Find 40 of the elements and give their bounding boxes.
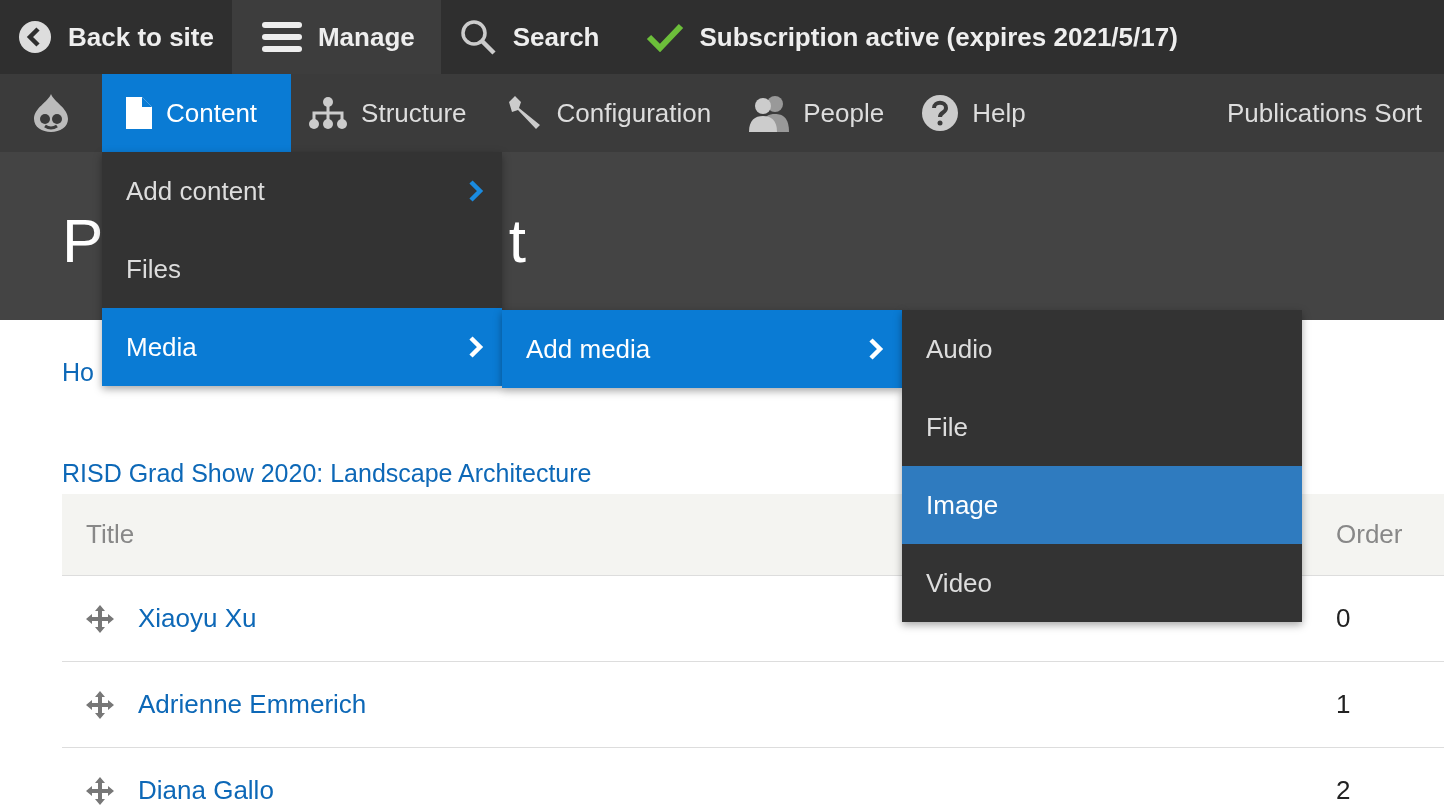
menu-item[interactable]: Image xyxy=(902,466,1302,544)
tray-tab[interactable]: People xyxy=(731,74,905,152)
sitemap-icon xyxy=(309,96,348,130)
drag-handle-icon[interactable] xyxy=(86,776,114,805)
status-item[interactable]: Subscription active (expires 2021/5/17) xyxy=(617,0,1196,74)
tray-tab[interactable]: Help xyxy=(904,74,1046,152)
people-icon xyxy=(749,94,790,132)
toolbar-tab[interactable]: Search xyxy=(440,0,618,74)
column-header: Order xyxy=(1336,494,1444,576)
page-title: P xyxy=(62,204,104,276)
title-link[interactable]: Xiaoyu Xu xyxy=(138,603,257,634)
help-icon xyxy=(922,95,959,131)
back-icon xyxy=(18,20,52,54)
tray-tab[interactable]: Content xyxy=(102,74,292,152)
menu-item[interactable]: Add media xyxy=(502,310,902,388)
drag-handle-icon[interactable] xyxy=(86,604,114,633)
drag-handle-icon[interactable] xyxy=(86,690,114,719)
order-cell: 2 xyxy=(1336,747,1444,806)
tray-tab[interactable]: Structure xyxy=(291,74,487,152)
check-icon xyxy=(645,22,684,52)
title-link[interactable]: Diana Gallo xyxy=(138,775,274,806)
drop-logo-icon[interactable] xyxy=(34,94,68,132)
page-title: t xyxy=(508,204,526,276)
document-icon xyxy=(126,97,152,129)
menu-item[interactable]: Media xyxy=(102,308,502,386)
menu-icon xyxy=(261,21,302,53)
menu-item[interactable]: File xyxy=(902,388,1302,466)
toolbar-tab[interactable]: Manage xyxy=(231,0,441,74)
menu-item[interactable]: Files xyxy=(102,230,502,308)
breadcrumb-link[interactable]: Ho xyxy=(62,358,94,387)
search-icon xyxy=(458,18,497,56)
group-title-link[interactable]: RISD Grad Show 2020: Landscape Architecture xyxy=(62,459,592,488)
title-link[interactable]: Adrienne Emmerich xyxy=(138,689,367,720)
shortcut-link[interactable]: Publications Sort xyxy=(1226,74,1444,152)
order-cell: 1 xyxy=(1336,661,1444,748)
tray-tab[interactable]: Configuration xyxy=(486,74,732,152)
menu-item[interactable]: Add content xyxy=(102,152,502,230)
order-cell: 0 xyxy=(1336,575,1444,662)
menu-item[interactable]: Audio xyxy=(902,310,1302,388)
toolbar-tab[interactable]: Back to site xyxy=(0,0,232,74)
